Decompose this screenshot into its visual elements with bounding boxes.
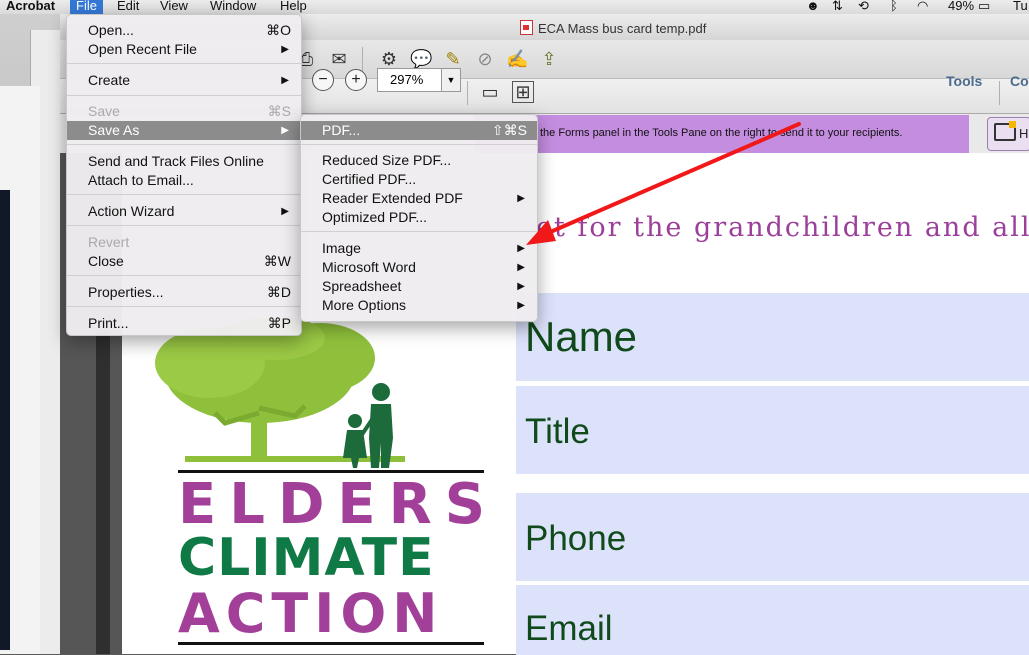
menu-window[interactable]: Window [204, 0, 262, 14]
menu-separator [67, 225, 301, 226]
stamp-icon[interactable]: ⊘ [474, 48, 496, 70]
title-field[interactable]: Title [516, 386, 1029, 474]
menu-item-certified-pdf[interactable]: Certified PDF... [301, 170, 537, 189]
toolbar-divider [999, 81, 1000, 105]
battery-icon: ▭ [978, 0, 991, 13]
phone-field[interactable]: Phone [516, 493, 1029, 581]
gear-icon[interactable]: ⚙ [378, 48, 400, 70]
menu-separator [67, 63, 301, 64]
menu-item-optimized-pdf[interactable]: Optimized PDF... [301, 208, 537, 227]
time-machine-icon[interactable]: ⟲ [858, 0, 869, 14]
submenu-arrow-icon: ▶ [517, 243, 525, 254]
menu-item-reduced-size-pdf[interactable]: Reduced Size PDF... [301, 151, 537, 170]
chevron-down-icon[interactable]: ▼ [441, 69, 460, 91]
menu-separator [301, 144, 537, 145]
menu-item-action-wizard[interactable]: Action Wizard ▶ [67, 202, 301, 221]
menu-item-open[interactable]: Open... ⌘O [67, 21, 301, 40]
menu-separator [67, 95, 301, 96]
toolbar-divider [467, 81, 468, 105]
toolbar-divider [362, 47, 363, 71]
submenu-arrow-icon: ▶ [281, 125, 289, 136]
submenu-arrow-icon: ▶ [281, 44, 289, 55]
submenu-arrow-icon: ▶ [517, 281, 525, 292]
save-as-submenu: PDF... ⇧⌘S Reduced Size PDF... Certified … [300, 114, 538, 322]
fit-width-icon[interactable]: ▭ [479, 81, 501, 103]
menu-item-save: Save ⌘S [88, 103, 291, 119]
zoom-value: 297% [390, 72, 424, 87]
form-distribute-icon [994, 121, 1016, 141]
logo-action: ACTION [178, 582, 444, 645]
menu-item-save-as-pdf[interactable]: PDF... ⇧⌘S [301, 121, 537, 140]
comment-pane-link[interactable]: Co [1010, 73, 1029, 89]
menu-item-create[interactable]: Create ▶ [67, 71, 301, 90]
app-menu-acrobat[interactable]: Acrobat [0, 0, 61, 14]
page-heading: et for the grandchildren and all [536, 212, 1029, 243]
wifi-icon[interactable]: ◠ [917, 0, 928, 14]
window-title: ECA Mass bus card temp.pdf [520, 20, 706, 36]
menu-separator [67, 306, 301, 307]
email-field[interactable]: Email [516, 584, 1029, 655]
file-menu: Open... ⌘O Open Recent File ▶ Create ▶ Save… [66, 14, 302, 336]
menu-item-microsoft-word[interactable]: Microsoft Word ▶ [301, 258, 537, 277]
status-sync-icon[interactable]: ⇅ [832, 0, 843, 14]
menu-clock[interactable]: Tu [1013, 0, 1028, 14]
submenu-arrow-icon: ▶ [517, 300, 525, 311]
comment-icon[interactable]: 💬 [410, 48, 432, 70]
share-icon[interactable]: ⇪ [538, 48, 560, 70]
menu-file[interactable]: File [70, 0, 103, 14]
zoom-out-button[interactable]: − [312, 69, 334, 91]
zoom-level-select[interactable]: 297% ▼ [377, 68, 461, 92]
tools-pane-link[interactable]: Tools [946, 73, 982, 89]
status-app-icon[interactable]: ☻ [806, 0, 820, 14]
pdf-file-icon [520, 20, 533, 35]
forms-info-message: the Forms panel in the Tools Pane on the… [540, 127, 903, 139]
submenu-arrow-icon: ▶ [281, 75, 289, 86]
background-dark-panel [0, 190, 10, 650]
forms-help-button[interactable]: H [987, 117, 1029, 151]
menu-separator [67, 275, 301, 276]
sign-icon[interactable]: ✍ [506, 48, 528, 70]
bluetooth-icon[interactable]: ᛒ [890, 0, 898, 14]
menu-separator [67, 144, 301, 145]
submenu-arrow-icon: ▶ [517, 193, 525, 204]
menu-item-revert: Revert [88, 234, 130, 250]
logo-climate: CLIMATE [178, 528, 435, 588]
menu-view[interactable]: View [154, 0, 194, 14]
menu-separator [67, 194, 301, 195]
menu-edit[interactable]: Edit [111, 0, 145, 14]
fit-page-icon[interactable]: ⊞ [512, 81, 534, 103]
zoom-in-button[interactable]: + [345, 69, 367, 91]
menu-item-reader-extended-pdf[interactable]: Reader Extended PDF ▶ [301, 189, 537, 208]
menu-item-open-recent[interactable]: Open Recent File ▶ [67, 40, 301, 59]
menu-item-properties[interactable]: Properties... ⌘D [67, 283, 301, 302]
menu-help[interactable]: Help [274, 0, 313, 14]
menu-item-spreadsheet[interactable]: Spreadsheet ▶ [301, 277, 537, 296]
menu-item-image[interactable]: Image ▶ [301, 239, 537, 258]
menu-item-send-and-track[interactable]: Send and Track Files Online [67, 152, 301, 171]
menu-item-attach-to-email[interactable]: Attach to Email... [67, 171, 301, 190]
submenu-arrow-icon: ▶ [517, 262, 525, 273]
logo-rule-bottom [178, 642, 484, 645]
email-icon[interactable]: ✉ [328, 48, 350, 70]
menu-item-close[interactable]: Close ⌘W [67, 252, 301, 271]
forms-info-bar: the Forms panel in the Tools Pane on the… [475, 115, 969, 153]
text-markup-icon[interactable]: ✎ [442, 48, 464, 70]
battery-percent[interactable]: 49% [948, 0, 974, 14]
submenu-arrow-icon: ▶ [281, 206, 289, 217]
menu-item-save-as[interactable]: Save As ▶ [67, 121, 301, 140]
macos-menu-bar: Acrobat File Edit View Window Help ☻ ⇅ ⟲… [0, 0, 1029, 14]
navigation-pane-strip [96, 330, 110, 654]
menu-separator [301, 231, 537, 232]
menu-item-more-options[interactable]: More Options ▶ [301, 296, 537, 315]
menu-item-print[interactable]: Print... ⌘P [67, 314, 301, 333]
name-field[interactable]: Name [516, 293, 1029, 381]
tree-and-family-illustration [155, 318, 405, 468]
